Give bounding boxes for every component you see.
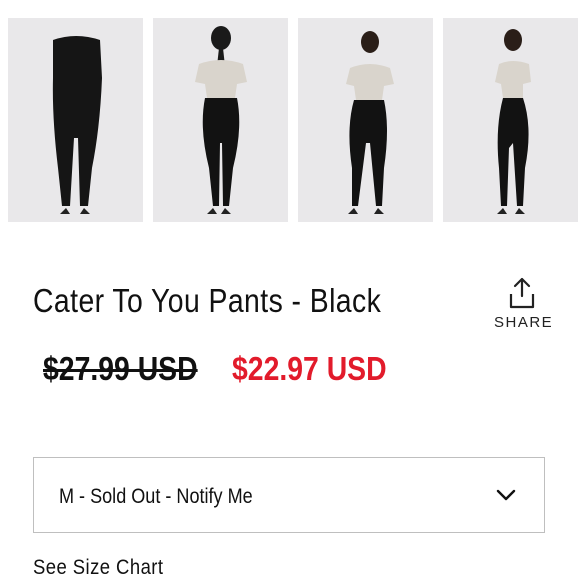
size-select[interactable]: M - Sold Out - Notify Me — [33, 457, 545, 533]
product-thumbnail-3[interactable] — [298, 18, 433, 222]
chevron-down-icon — [496, 489, 516, 501]
original-price: $27.99 USD — [43, 350, 198, 387]
product-photo-side — [495, 29, 531, 214]
sale-price: $22.97 USD — [232, 350, 387, 387]
product-thumbnail-1[interactable] — [8, 18, 143, 222]
share-icon — [509, 277, 535, 309]
product-photo-back — [195, 26, 247, 214]
share-label: SHARE — [494, 314, 554, 331]
product-title: Cater To You Pants - Black — [33, 282, 382, 319]
product-thumbnail-4[interactable] — [443, 18, 578, 222]
product-photo-front — [52, 36, 102, 214]
size-select-value: M - Sold Out - Notify Me — [59, 485, 253, 508]
product-thumbnail-2[interactable] — [153, 18, 288, 222]
share-button[interactable]: SHARE — [494, 276, 554, 340]
product-gallery — [8, 18, 580, 222]
size-chart-link[interactable]: See Size Chart — [33, 556, 163, 580]
product-photo-three-quarter — [346, 31, 394, 214]
